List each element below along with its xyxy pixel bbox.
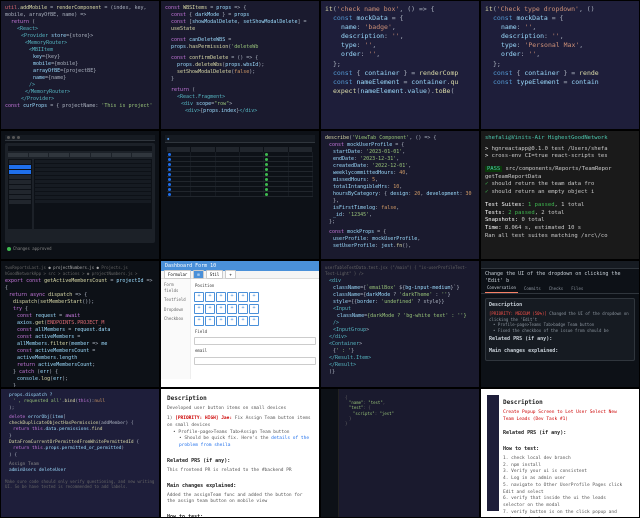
window-chrome bbox=[5, 135, 155, 141]
github-pr-panel: Change the UI of the dropdown on clickin… bbox=[480, 260, 640, 388]
section-heading: Description bbox=[503, 399, 629, 407]
code-panel-project-numbers: twoReportsLast.js ● projectNumbers.js ● … bbox=[0, 260, 160, 388]
section-heading: How to test: bbox=[503, 446, 629, 453]
section-heading: How to test: bbox=[167, 514, 313, 518]
pr-description-panel-2: Description Create Popup Screen to Let U… bbox=[480, 388, 640, 518]
sidebar[interactable] bbox=[8, 159, 32, 229]
app-title-bar bbox=[8, 146, 152, 151]
tab-add-button[interactable]: + bbox=[225, 270, 235, 280]
code-panel-describe-viewtab: describe('ViewTab Component', () => { co… bbox=[320, 130, 480, 260]
tab-files[interactable]: Files bbox=[569, 285, 585, 293]
dashboard-panel-list: Changes approved bbox=[0, 130, 160, 260]
test-pass-badge: PASS bbox=[485, 166, 502, 172]
terminal-prompt: shefali@Vinits-Air HighestGoodNetwork bbox=[485, 135, 635, 143]
github-header bbox=[481, 261, 639, 269]
section-heading: Description bbox=[167, 395, 313, 403]
tab-checks[interactable]: Checks bbox=[547, 285, 565, 293]
grid-cell-button[interactable]: + bbox=[194, 292, 204, 302]
app-header: ◆ bbox=[165, 135, 315, 143]
form-input[interactable] bbox=[194, 337, 316, 345]
dashboard-panel-table: ◆ bbox=[160, 130, 320, 260]
section-heading: Main changes explained: bbox=[167, 483, 313, 490]
pr-description-box: Description [PRIORITY: MEDIUM (50%)] Cha… bbox=[485, 298, 635, 361]
status-ok-icon bbox=[7, 247, 11, 251]
form-builder-toolbar[interactable]: Formular ⊞ Stil + bbox=[161, 271, 319, 279]
tab-field-button[interactable]: ⊞ bbox=[193, 270, 203, 280]
pr-tabs[interactable]: Conversation Commits Checks Files bbox=[481, 287, 639, 294]
form-builder-panel: Dashboard Form 10 Formular ⊞ Stil + Form… bbox=[160, 260, 320, 388]
form-canvas[interactable]: Position ++++++ ++++++ ++++++ Field emai… bbox=[191, 279, 319, 379]
tab-style-button[interactable]: Stil bbox=[206, 270, 224, 280]
main-content bbox=[34, 159, 152, 229]
form-sidebar[interactable]: Form fields Textfield Dropdown Checkbox bbox=[161, 279, 191, 379]
tab-commits[interactable]: Commits bbox=[522, 285, 543, 293]
form-input[interactable] bbox=[194, 357, 316, 365]
tab-conversation[interactable]: Conversation bbox=[485, 284, 518, 293]
code-panel-permissions: props.dispatch ? ' , requested all'.bind… bbox=[0, 388, 160, 518]
tab-form-button[interactable]: Formular bbox=[164, 270, 191, 280]
code-panel-test-type-dropdown: it('Check type dropdown', () const mockD… bbox=[480, 0, 640, 130]
code-panel-jsx-darkmode: userTableTestData.test.jsx ("/main") { "… bbox=[320, 260, 480, 388]
dark-sidebar bbox=[487, 395, 499, 511]
pr-description-panel-1: Description Developed user button items … bbox=[160, 388, 320, 518]
terminal-panel-jest: shefali@Vinits-Air HighestGoodNetwork > … bbox=[480, 130, 640, 260]
app-tabs[interactable] bbox=[8, 153, 152, 157]
code-panel-with-sidebar: { "name": "test", "test": { "scripts": "… bbox=[320, 388, 480, 518]
status-bar: Changes approved bbox=[5, 245, 155, 253]
code-panel-test-name-box: it('check name box', () => { const mockD… bbox=[320, 0, 480, 130]
code-panel-render-component: util.addMobile = renderComponent = (inde… bbox=[0, 0, 160, 130]
section-heading: Related PRS (if any): bbox=[167, 458, 313, 465]
code-panel-wbs-items: const WBSItems = props => { const { dark… bbox=[160, 0, 320, 130]
section-heading: Related PRS (if any): bbox=[503, 430, 629, 437]
editor-sidebar[interactable] bbox=[321, 389, 339, 517]
table-row[interactable] bbox=[167, 192, 313, 197]
